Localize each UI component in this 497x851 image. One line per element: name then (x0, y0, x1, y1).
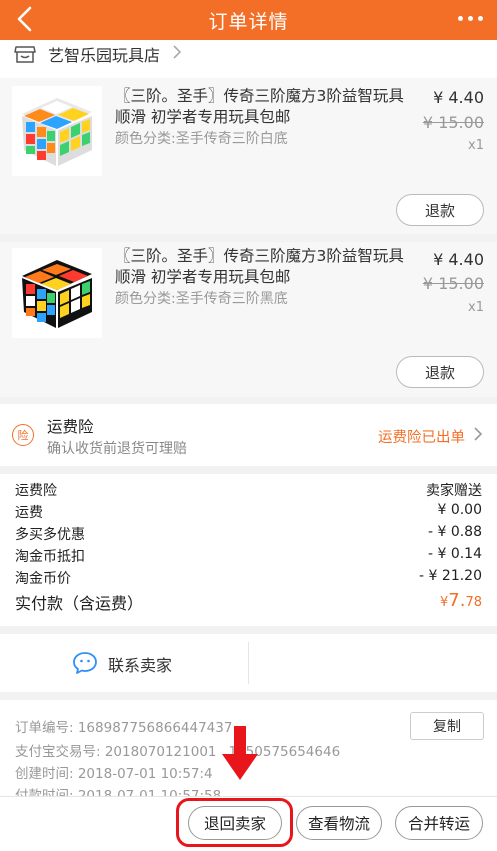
total-value: ¥7.78 (439, 590, 482, 611)
shop-name[interactable]: 艺智乐园玩具店 (48, 42, 160, 66)
highlight-box-annotation (176, 798, 293, 847)
cost-label: 淘金币抵扣 (15, 549, 85, 565)
cost-row: 淘金币价 - ¥ 21.20 (15, 568, 482, 588)
refund-button[interactable]: 退款 (396, 356, 484, 388)
cost-label: 运费险 (15, 483, 57, 499)
copy-button[interactable]: 复制 (410, 712, 484, 740)
cost-summary: 运费险 卖家赠送 运费 ¥ 0.00 多买多优惠 - ¥ 0.88 淘金币抵扣 … (0, 474, 497, 626)
product-name[interactable]: 〖三阶。圣手〗传奇三阶魔方3阶益智玩具顺滑 初学者专用玩具包邮 (115, 246, 405, 288)
chevron-right-icon (173, 45, 182, 59)
cost-value: 卖家赠送 (426, 483, 482, 499)
cost-value: - ¥ 0.88 (427, 524, 482, 540)
cost-row: 多买多优惠 - ¥ 0.88 (15, 524, 482, 544)
product-spec: 颜色分类:圣手传奇三阶黑底 (115, 291, 288, 307)
cost-label: 多买多优惠 (15, 527, 85, 543)
insurance-title: 运费险 (47, 418, 94, 436)
original-price: ¥ 15.00 (422, 113, 484, 132)
shop-row[interactable]: 艺智乐园玩具店 (0, 40, 497, 78)
store-icon (14, 46, 36, 63)
insurance-badge-icon: 险 (12, 424, 34, 446)
refund-button[interactable]: 退款 (396, 194, 484, 226)
total-row: 实付款（含运费） ¥7.78 (15, 590, 482, 614)
more-dots-icon[interactable] (458, 16, 483, 21)
cost-row: 运费 ¥ 0.00 (15, 502, 482, 522)
original-price: ¥ 15.00 (422, 274, 484, 293)
contact-seller-button[interactable]: 联系卖家 (108, 652, 172, 676)
order-number: 订单编号: 168987756866447437 (15, 720, 233, 736)
product-price: ¥ 4.40 (433, 250, 484, 269)
chevron-right-icon (474, 427, 483, 441)
product-spec: 颜色分类:圣手传奇三阶白底 (115, 131, 288, 147)
cost-label: 运费 (15, 505, 43, 521)
insurance-subtitle: 确认收货前退货可理赔 (47, 441, 187, 457)
cost-value: ¥ 0.00 (437, 502, 482, 518)
product-thumbnail[interactable] (12, 86, 102, 176)
view-logistics-button[interactable]: 查看物流 (296, 806, 382, 840)
rubiks-cube-black-image (22, 260, 92, 328)
shipping-insurance-row[interactable]: 险 运费险 确认收货前退货可理赔 运费险已出单 (0, 404, 497, 466)
total-label: 实付款（含运费） (15, 594, 144, 613)
rubiks-cube-white-image (22, 98, 92, 166)
contact-bar: 联系卖家 (0, 634, 497, 692)
cost-value: - ¥ 21.20 (419, 568, 482, 584)
back-chevron-icon[interactable] (10, 3, 40, 35)
cost-row: 运费险 卖家赠送 (15, 480, 482, 500)
red-arrow-annotation-icon (222, 726, 258, 780)
alipay-transaction-number: 支付宝交易号: 2018070121001 1850575654646 (15, 744, 341, 760)
product-thumbnail[interactable] (12, 248, 102, 338)
cost-row: 淘金币抵扣 - ¥ 0.14 (15, 546, 482, 566)
chat-bubble-icon[interactable] (72, 651, 98, 675)
cost-label: 淘金币价 (15, 571, 71, 587)
product-name[interactable]: 〖三阶。圣手〗传奇三阶魔方3阶益智玩具顺滑 初学者专用玩具包邮 (115, 86, 405, 128)
cost-value: - ¥ 0.14 (427, 546, 482, 562)
merge-forward-button[interactable]: 合并转运 (395, 806, 483, 840)
order-item[interactable]: 〖三阶。圣手〗传奇三阶魔方3阶益智玩具顺滑 初学者专用玩具包邮 颜色分类:圣手传… (0, 78, 497, 234)
divider (248, 642, 249, 684)
order-item[interactable]: 〖三阶。圣手〗传奇三阶魔方3阶益智玩具顺滑 初学者专用玩具包邮 颜色分类:圣手传… (0, 242, 497, 397)
product-price: ¥ 4.40 (433, 88, 484, 107)
created-time: 创建时间: 2018-07-01 10:57:4 (15, 766, 213, 782)
quantity: x1 (468, 300, 484, 315)
header-bar: 订单详情 (0, 0, 497, 40)
page-title: 订单详情 (208, 10, 289, 33)
quantity: x1 (468, 138, 484, 153)
insurance-status-link[interactable]: 运费险已出单 (378, 426, 465, 447)
